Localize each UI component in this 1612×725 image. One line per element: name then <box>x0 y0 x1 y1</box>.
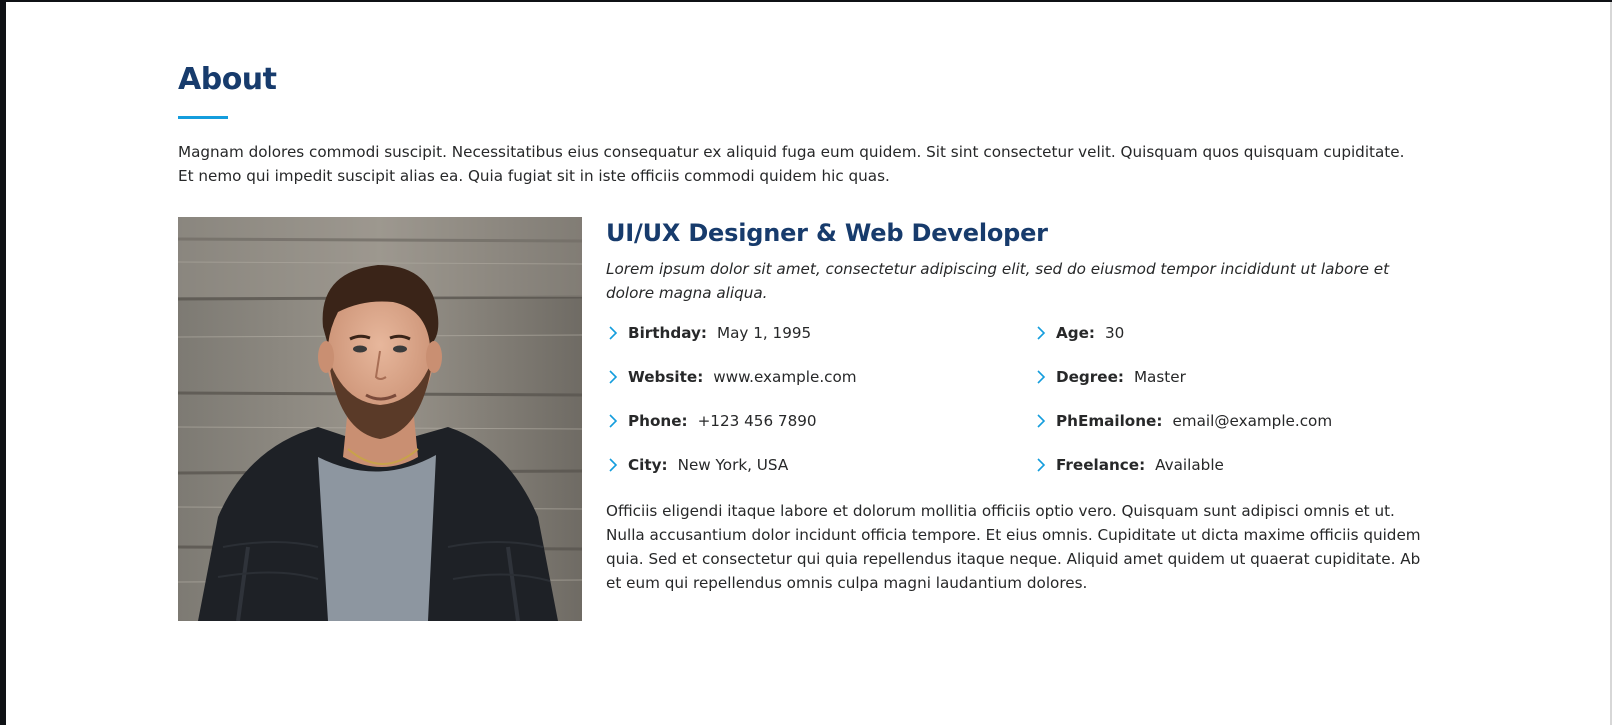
chevron-right-icon <box>1037 458 1046 472</box>
fact-degree: Degree: Master <box>1034 365 1434 389</box>
profile-photo <box>178 217 582 621</box>
fact-label: Age: <box>1056 324 1095 342</box>
fact-birthday: Birthday: May 1, 1995 <box>606 321 1034 345</box>
about-closing: Officiis eligendi itaque labore et dolor… <box>606 502 1421 592</box>
facts-list: Birthday: May 1, 1995 Age: 30 Website: w… <box>606 321 1434 477</box>
fact-city: City: New York, USA <box>606 453 1034 477</box>
title-underline <box>178 116 228 119</box>
fact-value: Master <box>1133 368 1186 386</box>
fact-label: Degree: <box>1056 368 1124 386</box>
about-intro: Magnam dolores commodi suscipit. Necessi… <box>178 143 1405 185</box>
chevron-right-icon <box>609 370 618 384</box>
chevron-right-icon <box>1037 370 1046 384</box>
fact-value: New York, USA <box>677 456 789 474</box>
fact-value: 30 <box>1105 324 1125 342</box>
about-details: UI/UX Designer & Web Developer Lorem ips… <box>606 217 1434 595</box>
fact-value: Available <box>1155 456 1224 474</box>
fact-label: Birthday: <box>628 324 707 342</box>
fact-phone: Phone: +123 456 7890 <box>606 409 1034 433</box>
fact-email: PhEmailone: email@example.com <box>1034 409 1434 433</box>
role-title: UI/UX Designer & Web Developer <box>606 219 1048 247</box>
fact-value: May 1, 1995 <box>716 324 812 342</box>
fact-age: Age: 30 <box>1034 321 1434 345</box>
fact-value: www.example.com <box>713 368 857 386</box>
section-title: About <box>178 62 277 97</box>
chevron-right-icon <box>609 326 618 340</box>
fact-value: +123 456 7890 <box>697 412 817 430</box>
fact-label: Freelance: <box>1056 456 1146 474</box>
fact-freelance: Freelance: Available <box>1034 453 1434 477</box>
page: About Magnam dolores commodi suscipit. N… <box>6 2 1612 725</box>
chevron-right-icon <box>609 458 618 472</box>
chevron-right-icon <box>609 414 618 428</box>
scrollbar[interactable] <box>1568 2 1612 725</box>
fact-label: City: <box>628 456 668 474</box>
fact-value: email@example.com <box>1172 412 1333 430</box>
fact-label: Website: <box>628 368 704 386</box>
chevron-right-icon <box>1037 414 1046 428</box>
fact-label: PhEmailone: <box>1056 412 1163 430</box>
fact-website: Website: www.example.com <box>606 365 1034 389</box>
fact-label: Phone: <box>628 412 688 430</box>
chevron-right-icon <box>1037 326 1046 340</box>
role-lede: Lorem ipsum dolor sit amet, consectetur … <box>606 260 1390 302</box>
